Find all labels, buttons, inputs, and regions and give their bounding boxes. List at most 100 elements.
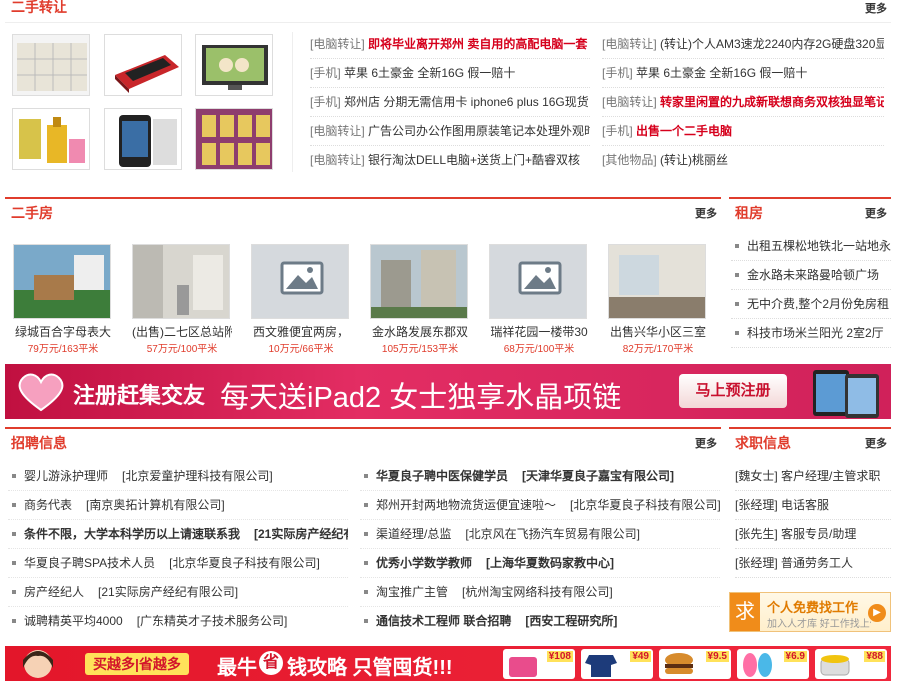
job-position: 渠道经理/总监 [376, 527, 452, 541]
job-left-5[interactable]: 房产经纪人 [21实际房产经纪有限公司] [8, 578, 348, 607]
ipad-promo-banner[interactable]: 注册赶集交友 每天送iPad2 女士独享水晶项链 马上预注册 [5, 364, 891, 419]
promo-badge-icon: 求 [730, 593, 760, 631]
house-name: 瑞祥花园一楼带30 [490, 325, 588, 339]
bullet-icon [12, 473, 16, 478]
job-right-4[interactable]: 优秀小学数学教师 [上海华夏数码家教中心] [360, 549, 720, 578]
house-photo [132, 244, 230, 319]
job-position: 条件不限，大学本科学历以上请速联系我 [24, 527, 241, 541]
secondhand-thumb-iphone[interactable] [104, 108, 182, 170]
job-position: 通信技术工程师 联合招聘 [376, 614, 512, 628]
product-price: ¥49 [630, 651, 651, 662]
job-left-1[interactable]: 婴儿游泳护理师 [北京爱童护理科技有限公司] [8, 462, 348, 491]
job-right-6[interactable]: 通信技术工程师 联合招聘 [西安工程研究所] [360, 607, 720, 636]
house-price: 57万元/100平米 [146, 344, 218, 355]
secondhand-thumb-cards[interactable] [195, 108, 273, 170]
woman-avatar-icon [23, 650, 53, 678]
secondhand-thumb-tv[interactable] [195, 34, 273, 96]
house-more-link[interactable]: 更多 [695, 205, 717, 221]
secondhand-left-link-1[interactable]: [电脑转让] 即将毕业离开郑州 卖自用的高配电脑一套 [310, 30, 590, 59]
house-name: 绿城百合字母表大 [14, 325, 111, 339]
house-item-3[interactable]: 西文雅便宜两房， 10万元/66平米 [251, 244, 351, 355]
secondhand-thumb-boxes[interactable] [12, 34, 90, 96]
job-position: 商务代表 [24, 498, 73, 512]
job-left-6[interactable]: 诚聘精英平均4000 [广东精英才子技术服务公司] [8, 607, 348, 636]
burger-icon [665, 653, 693, 674]
secondhand-left-link-2[interactable]: [手机] 苹果 6土豪金 全新16G 假一赔十 [310, 59, 590, 88]
rent-item-4[interactable]: 科技市场米兰阳光 2室2厅 [731, 319, 891, 348]
product-2[interactable]: ¥49 [581, 649, 653, 679]
rent-item-3[interactable]: 无中介费,整个2月份免房租 [731, 290, 891, 319]
job-left-4[interactable]: 华夏良子聘SPA技术人员 [北京华夏良子科技有限公司] [8, 549, 348, 578]
house-price: 68万元/100平米 [503, 344, 575, 355]
house-item-4[interactable]: 金水路发展东郡双 105万元/153平米 [370, 244, 470, 355]
secondhand-left-link-5[interactable]: [电脑转让] 银行淘汰DELL电脑+送货上门+酷睿双核 [310, 146, 590, 175]
product-3[interactable]: ¥9.5 [659, 649, 731, 679]
seek-item-3[interactable]: [张先生] 客服专员/助理 [735, 520, 891, 549]
job-position: 优秀小学数学教师 [376, 556, 473, 570]
slogan-part-1: 最牛 [217, 657, 257, 679]
secondhand-header: 二手转让 更多 [5, 0, 891, 23]
bullet-icon [735, 330, 739, 335]
job-company: [南京奥拓计算机有限公司] [86, 498, 225, 512]
bullet-icon [12, 531, 16, 536]
secondhand-thumb-laptop[interactable] [104, 34, 182, 96]
link-text: 广告公司办公作图用原装笔记本处理外观时尚速度 [368, 124, 590, 138]
secondhand-right-link-4[interactable]: [手机] 出售一个二手电脑 [602, 117, 884, 146]
free-job-search-promo[interactable]: 求 个人免费找工作 加入人才库 好工作找上你 ▶ [729, 592, 891, 632]
rent-item-1[interactable]: 出租五棵松地铁北一站地永 [731, 232, 891, 261]
seek-item-2[interactable]: [张经理] 电话客服 [735, 491, 891, 520]
rent-item-text: 无中介费,整个2月份免房租 [747, 297, 890, 311]
shopping-promo-banner[interactable]: 买越多|省越多 最牛 省 钱攻略 只管囤货!!! ¥108 ¥49 ¥9.5 ¥… [5, 646, 891, 681]
job-left-2[interactable]: 商务代表 [南京奥拓计算机有限公司] [8, 491, 348, 520]
rent-more-link[interactable]: 更多 [865, 205, 887, 221]
house-item-5[interactable]: 瑞祥花园一楼带30 68万元/100平米 [489, 244, 589, 355]
secondhand-title: 二手转让 [11, 0, 67, 15]
seek-item-1[interactable]: [魏女士] 客户经理/主管求职 [735, 462, 891, 491]
seek-header: 求职信息 更多 [729, 427, 891, 453]
job-company: [广东精英才子技术服务公司] [136, 614, 288, 628]
house-name: 西文雅便宜两房， [252, 325, 349, 339]
jobs-more-link[interactable]: 更多 [695, 435, 717, 451]
secondhand-thumb-bottle[interactable] [12, 108, 90, 170]
link-text: (转让)个人AM3速龙2240内存2G硬盘320显卡22 [660, 37, 884, 51]
link-text: (转让)桃丽丝 [660, 153, 729, 167]
cards-image [196, 109, 272, 169]
rent-item-text: 金水路未来路曼哈顿广场 [747, 268, 880, 282]
secondhand-right-link-5[interactable]: [其他物品] (转让)桃丽丝 [602, 146, 884, 175]
link-text: 转家里闲置的九成新联想商务双核独显笔记本 [660, 95, 884, 109]
job-company: [21实际房产经纪有限公司] [98, 585, 239, 599]
house-photo-placeholder [489, 244, 587, 319]
product-4[interactable]: ¥6.9 [737, 649, 809, 679]
job-right-5[interactable]: 淘宝推广主管 [杭州淘宝网络科技有限公司] [360, 578, 720, 607]
ipad-icon [813, 370, 879, 418]
job-right-1[interactable]: 华夏良子聘中医保健学员 [天津华夏良子嘉宝有限公司] [360, 462, 720, 491]
secondhand-right-link-2[interactable]: [手机] 苹果 6土豪金 全新16G 假一赔十 [602, 59, 884, 88]
job-company: [上海华夏数码家教中心] [486, 556, 615, 570]
product-5[interactable]: ¥88 [815, 649, 887, 679]
job-company: [21实际房产经纪有限公司] [254, 527, 348, 541]
rent-item-text: 出租五棵松地铁北一站地永 [747, 239, 891, 253]
banner-register-button[interactable]: 马上预注册 [679, 374, 787, 408]
house-item-1[interactable]: 绿城百合字母表大 79万元/163平米 [13, 244, 113, 355]
house-item-6[interactable]: 出售兴华小区三室 82万元/170平米 [608, 244, 708, 355]
product-price: ¥88 [864, 651, 885, 662]
house-price: 82万元/170平米 [622, 344, 694, 355]
job-right-2[interactable]: 郑州开封两地物流货运便宜速啦～ [北京华夏良子科技有限公司] [360, 491, 720, 520]
secondhand-right-link-3[interactable]: [电脑转让] 转家里闲置的九成新联想商务双核独显笔记本 [602, 88, 884, 117]
secondhand-more-link[interactable]: 更多 [865, 0, 887, 16]
banner-button-label: 马上预注册 [695, 382, 771, 399]
secondhand-left-link-3[interactable]: [手机] 郑州店 分期无需信用卡 iphone6 plus 16G现货 [310, 88, 590, 117]
promo-arrow-icon[interactable]: ▶ [868, 604, 886, 622]
product-1[interactable]: ¥108 [503, 649, 575, 679]
job-right-3[interactable]: 渠道经理/总监 [北京风在飞扬汽车贸易有限公司] [360, 520, 720, 549]
rent-item-2[interactable]: 金水路未来路曼哈顿广场 [731, 261, 891, 290]
laptop-image [115, 55, 179, 93]
job-company: [天津华夏良子嘉宝有限公司] [522, 469, 675, 483]
seek-item-4[interactable]: [张经理] 普通劳务工人 [735, 549, 891, 578]
job-left-3[interactable]: 条件不限，大学本科学历以上请速联系我 [21实际房产经纪有限公司] [8, 520, 348, 549]
seek-more-link[interactable]: 更多 [865, 435, 887, 451]
house-item-2[interactable]: (出售)二七区总站附 57万元/100平米 [132, 244, 232, 355]
secondhand-right-link-1[interactable]: [电脑转让] (转让)个人AM3速龙2240内存2G硬盘320显卡22 [602, 30, 884, 59]
secondhand-left-link-4[interactable]: [电脑转让] 广告公司办公作图用原装笔记本处理外观时尚速度 [310, 117, 590, 146]
link-text: 出售一个二手电脑 [636, 124, 733, 138]
